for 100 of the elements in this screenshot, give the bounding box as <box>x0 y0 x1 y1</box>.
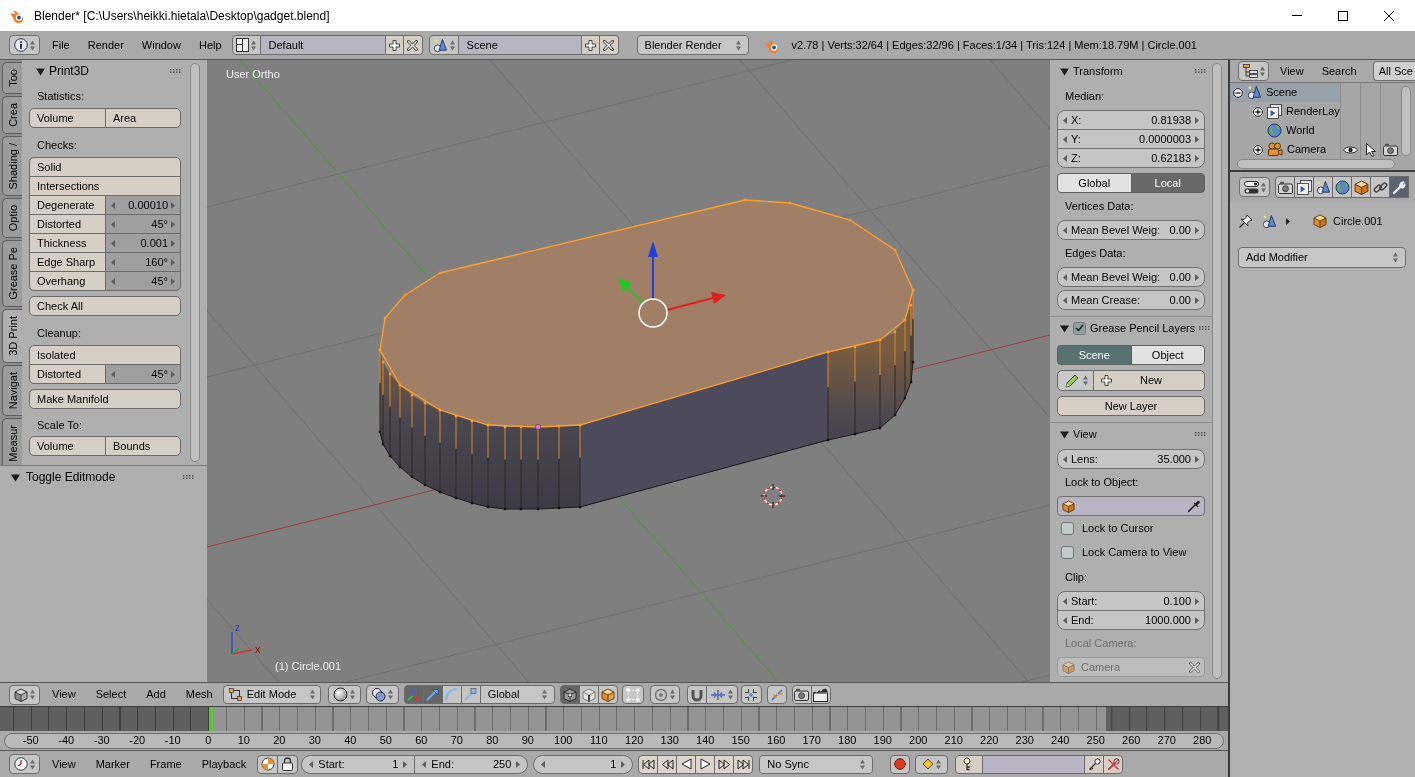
insert-keyframe-button[interactable] <box>1084 754 1105 774</box>
tool-shelf-tab[interactable]: Optio <box>2 198 22 239</box>
keying-set-button[interactable] <box>955 754 984 774</box>
tool-button[interactable]: Distorted <box>29 364 106 384</box>
current-frame-field[interactable]: 1 <box>533 754 634 774</box>
grid-dot-button[interactable] <box>740 685 762 704</box>
delete-keyframe-button[interactable] <box>1103 754 1124 774</box>
menu-item[interactable]: Render <box>78 35 133 55</box>
toggle-option[interactable]: Object <box>1130 345 1205 365</box>
render-image-button[interactable] <box>791 685 812 704</box>
menu-item[interactable]: File <box>43 35 79 55</box>
render-engine-dropdown[interactable]: Blender Render <box>636 35 749 55</box>
number-field[interactable]: Mean Bevel Weig: 0.00 <box>1057 267 1205 287</box>
record-button[interactable] <box>890 754 911 774</box>
playback-button[interactable] <box>714 754 735 774</box>
tool-button[interactable]: Make Manifold <box>29 389 181 409</box>
start-frame-field[interactable]: Start: 1 <box>301 754 416 774</box>
tool-shelf-tab[interactable]: 3D Print <box>2 308 22 363</box>
new-button[interactable]: New <box>1093 370 1205 391</box>
editor-type-button[interactable] <box>9 684 40 705</box>
tool-button[interactable]: Volume <box>29 108 106 128</box>
number-field[interactable]: 160° <box>105 252 181 272</box>
tool-button[interactable]: Degenerate <box>29 195 106 215</box>
properties-tab[interactable] <box>1294 176 1314 198</box>
tool-button[interactable]: Intersections <box>29 176 181 196</box>
tool-button[interactable]: Distorted <box>29 214 106 234</box>
tool-button[interactable]: Edge Sharp <box>29 252 106 272</box>
lock-button[interactable] <box>277 754 299 774</box>
disclosure-triangle-icon[interactable] <box>36 66 45 76</box>
number-field[interactable]: Start: 0.100 <box>1057 591 1205 611</box>
toggle-option[interactable]: Global <box>1057 173 1132 193</box>
manipulator-button[interactable] <box>403 685 424 704</box>
tool-button[interactable]: Check All <box>29 296 181 316</box>
number-field[interactable]: 45° <box>105 364 181 384</box>
tool-shelf-tab[interactable]: Navigat <box>2 364 22 416</box>
checkbox[interactable] <box>1061 545 1074 559</box>
orientation-dropdown[interactable]: Global <box>479 685 555 704</box>
properties-tab[interactable] <box>1332 176 1352 198</box>
pie-button[interactable] <box>257 754 279 774</box>
sync-dropdown[interactable]: No Sync <box>759 754 874 774</box>
properties-tab[interactable] <box>1351 176 1371 198</box>
occlude-geometry-button[interactable] <box>621 685 644 704</box>
number-field[interactable]: Mean Crease: 0.00 <box>1057 290 1205 310</box>
number-field[interactable]: 0.00010 <box>105 195 181 215</box>
proportional-editing-button[interactable] <box>649 685 680 704</box>
new-layer-button[interactable]: New Layer <box>1057 396 1205 416</box>
playback-button[interactable] <box>657 754 678 774</box>
toggle-option[interactable]: Scene <box>1057 345 1132 365</box>
number-field[interactable]: Z: 0.62183 <box>1057 148 1205 168</box>
add-modifier-dropdown[interactable]: Add Modifier <box>1238 247 1406 268</box>
mode-dropdown[interactable]: Edit Mode <box>222 685 321 704</box>
scene-selector-button[interactable] <box>428 35 459 55</box>
number-field[interactable]: X: 0.81938 <box>1057 110 1205 130</box>
tool-button[interactable]: Overhang <box>29 271 106 291</box>
menu-item[interactable]: View <box>42 754 86 774</box>
editor-type-button[interactable] <box>1239 177 1270 197</box>
tool-button[interactable]: Volume <box>29 436 106 456</box>
editor-type-button[interactable] <box>9 35 40 55</box>
playback-button[interactable] <box>733 754 754 774</box>
layout-selector-button[interactable] <box>231 35 261 55</box>
checkbox[interactable] <box>1073 321 1086 335</box>
disclosure-triangle-icon[interactable] <box>1060 66 1069 76</box>
menu-item[interactable]: Mesh <box>175 685 223 704</box>
disclosure-triangle-icon[interactable] <box>1060 429 1069 439</box>
disclosure-triangle-icon[interactable] <box>1060 323 1069 333</box>
menu-item[interactable]: Select <box>85 685 137 704</box>
menu-item[interactable]: Add <box>136 685 176 704</box>
properties-tab[interactable] <box>1389 176 1409 198</box>
outliner-item[interactable]: RenderLay <box>1230 102 1400 121</box>
editor-type-button[interactable] <box>1238 61 1269 81</box>
editor-type-button[interactable] <box>9 754 40 774</box>
menu-item[interactable]: Frame <box>139 754 192 774</box>
number-field[interactable]: Mean Bevel Weig: 0.00 <box>1057 220 1205 240</box>
select-mode-button[interactable] <box>559 685 580 704</box>
menu-item[interactable]: Marker <box>85 754 140 774</box>
tool-button[interactable]: Bounds <box>105 436 181 456</box>
snap-element-button[interactable] <box>705 685 738 704</box>
checkbox[interactable] <box>1061 521 1074 535</box>
menu-item[interactable]: Window <box>132 35 190 55</box>
scene-name-field[interactable]: Scene <box>458 35 581 55</box>
outliner-item[interactable]: World <box>1230 121 1400 140</box>
disclosure-triangle-icon[interactable] <box>11 472 20 482</box>
playback-button[interactable] <box>676 754 697 774</box>
pivot-point-button[interactable] <box>365 685 399 704</box>
menu-item[interactable]: View <box>42 685 86 704</box>
browse-button[interactable] <box>1057 370 1094 391</box>
number-field[interactable]: 45° <box>105 271 181 291</box>
playback-button[interactable] <box>695 754 716 774</box>
menu-item[interactable]: Playback <box>191 754 257 774</box>
layout-name-field[interactable]: Default <box>260 35 385 55</box>
tool-shelf-tab[interactable]: Too <box>2 62 22 94</box>
menu-item[interactable]: View <box>1271 61 1313 81</box>
keyframe-type-button[interactable] <box>915 754 949 774</box>
tool-button[interactable]: Isolated <box>29 345 181 365</box>
playback-button[interactable] <box>638 754 659 774</box>
tool-button[interactable]: Thickness <box>29 233 106 253</box>
properties-tab[interactable] <box>1313 176 1333 198</box>
menu-item[interactable]: Search <box>1312 61 1366 81</box>
number-field[interactable]: End: 1000.000 <box>1057 610 1205 630</box>
number-field[interactable]: 45° <box>105 214 181 234</box>
